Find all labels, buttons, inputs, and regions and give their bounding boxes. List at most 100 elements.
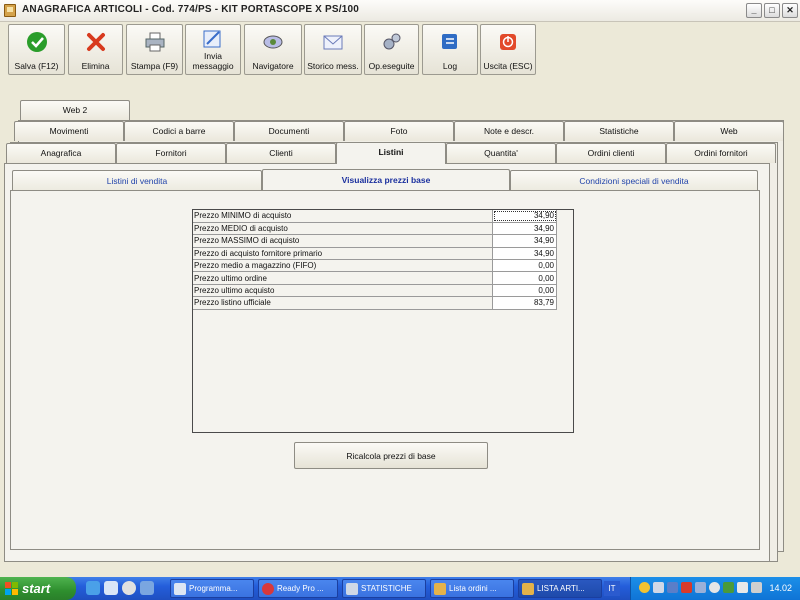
taskbar: start Programma... Ready Pro ... STATIST… [0, 577, 800, 600]
taskbar-item-ready-pro[interactable]: Ready Pro ... [258, 579, 338, 598]
tray-shield-icon[interactable] [723, 582, 734, 593]
outlook-icon[interactable] [140, 581, 154, 595]
tray-monitor-icon[interactable] [667, 582, 678, 593]
maximize-button[interactable]: □ [764, 3, 780, 18]
table-row[interactable]: Prezzo MEDIO di acquisto 34,90 [193, 222, 557, 236]
close-button[interactable]: ✕ [782, 3, 798, 18]
price-value[interactable]: 0,00 [492, 284, 557, 298]
start-label: start [22, 581, 51, 596]
recalculate-base-prices-button[interactable]: Ricalcola prezzi di base [294, 442, 488, 469]
taskbar-item-lista-ordini[interactable]: Lista ordini ... [430, 579, 514, 598]
tray-network-icon[interactable] [653, 582, 664, 593]
clock: 14.02 [769, 583, 792, 593]
taskbar-item-label: STATISTICHE [361, 584, 412, 593]
price-value[interactable]: 34,90 [492, 234, 557, 248]
message-history-button[interactable]: Storico mess. [304, 24, 362, 75]
send-message-button[interactable]: Invia messaggio [185, 24, 241, 75]
price-value[interactable]: 83,79 [492, 296, 557, 310]
delete-x-icon [86, 33, 105, 51]
taskbar-item-statistiche[interactable]: STATISTICHE [342, 579, 426, 598]
internet-explorer-icon[interactable] [86, 581, 100, 595]
price-value[interactable]: 34,90 [492, 247, 557, 261]
subtab-visualizza-prezzi-base[interactable]: Visualizza prezzi base [262, 169, 510, 191]
table-row[interactable]: Prezzo di acquisto fornitore primario 34… [193, 247, 557, 261]
message-history-label: Storico mess. [307, 61, 359, 71]
price-label: Prezzo MINIMO di acquisto [193, 210, 494, 223]
taskbar-item-lista-articoli[interactable]: LISTA ARTI... [518, 579, 602, 598]
check-icon [26, 32, 47, 52]
print-label: Stampa (F9) [130, 61, 179, 71]
start-button[interactable]: start [0, 577, 76, 600]
tab-statistiche[interactable]: Statistiche [564, 121, 674, 141]
subtab-condizioni-speciali[interactable]: Condizioni speciali di vendita [510, 170, 758, 191]
tab-foto[interactable]: Foto [344, 121, 454, 141]
delete-label: Elimina [81, 61, 110, 71]
taskbar-item-label: LISTA ARTI... [537, 584, 585, 593]
tab-codici-a-barre[interactable]: Codici a barre [124, 121, 234, 141]
tray-app-icon[interactable] [639, 582, 650, 593]
print-button[interactable]: Stampa (F9) [126, 24, 183, 75]
table-row[interactable]: Prezzo MINIMO di acquisto 34,90 [193, 210, 557, 223]
table-row[interactable]: Prezzo medio a magazzino (FIFO) 0,00 [193, 259, 557, 273]
table-row[interactable]: Prezzo MASSIMO di acquisto 34,90 [193, 234, 557, 248]
tab-movimenti[interactable]: Movimenti [14, 121, 124, 141]
language-indicator[interactable]: IT [604, 581, 620, 596]
table-row[interactable]: Prezzo ultimo acquisto 0,00 [193, 284, 557, 298]
save-button[interactable]: Salva (F12) [8, 24, 65, 75]
exit-label: Uscita (ESC) [483, 61, 533, 71]
media-player-icon[interactable] [122, 581, 136, 595]
taskbar-item-programma[interactable]: Programma... [170, 579, 254, 598]
table-row[interactable]: Prezzo listino ufficiale 83,79 [193, 296, 557, 310]
subtab-listini-di-vendita[interactable]: Listini di vendita [12, 170, 262, 191]
send-message-icon [203, 30, 221, 48]
price-label: Prezzo medio a magazzino (FIFO) [193, 259, 494, 273]
show-desktop-icon[interactable] [104, 581, 118, 595]
price-label: Prezzo listino ufficiale [193, 296, 494, 310]
price-value[interactable]: 0,00 [492, 259, 557, 273]
tab-ordini-fornitori[interactable]: Ordini fornitori [666, 143, 776, 163]
strawberry-icon [262, 583, 274, 595]
tray-info-icon[interactable] [709, 582, 720, 593]
tray-speaker-icon[interactable] [737, 582, 748, 593]
navigator-button[interactable]: Navigatore [244, 24, 302, 75]
tray-device-icon[interactable] [751, 582, 762, 593]
save-label: Salva (F12) [14, 61, 59, 71]
log-icon [442, 34, 457, 49]
tab-web-2[interactable]: Web 2 [20, 100, 130, 120]
minimize-button[interactable]: _ [746, 3, 762, 18]
tab-ordini-clienti[interactable]: Ordini clienti [556, 143, 666, 163]
price-value[interactable]: 34,90 [492, 222, 557, 236]
tray-sync-icon[interactable] [695, 582, 706, 593]
tab-anagrafica[interactable]: Anagrafica [6, 143, 116, 163]
list-window-icon [434, 583, 446, 595]
operations-label: Op.eseguite [368, 61, 415, 71]
windows-flag-icon [5, 582, 18, 595]
price-label: Prezzo ultimo ordine [193, 271, 494, 285]
navigator-icon [263, 35, 283, 49]
window-icon [174, 583, 186, 595]
table-row[interactable]: Prezzo ultimo ordine 0,00 [193, 271, 557, 285]
printer-icon [145, 32, 164, 52]
tab-listini[interactable]: Listini [336, 142, 446, 164]
log-button[interactable]: Log [422, 24, 478, 75]
tab-fornitori[interactable]: Fornitori [116, 143, 226, 163]
price-value[interactable]: 0,00 [492, 271, 557, 285]
tab-documenti[interactable]: Documenti [234, 121, 344, 141]
tab-note-e-descr[interactable]: Note e descr. [454, 121, 564, 141]
tab-web[interactable]: Web [674, 121, 784, 141]
price-value[interactable]: 34,90 [492, 210, 557, 223]
log-label: Log [442, 61, 458, 71]
list-window-icon [522, 583, 534, 595]
chart-window-icon [346, 583, 358, 595]
taskbar-item-label: Lista ordini ... [449, 584, 497, 593]
taskbar-item-label: Ready Pro ... [277, 584, 324, 593]
exit-button[interactable]: Uscita (ESC) [480, 24, 536, 75]
delete-button[interactable]: Elimina [68, 24, 123, 75]
tab-clienti[interactable]: Clienti [226, 143, 336, 163]
operations-button[interactable]: Op.eseguite [364, 24, 419, 75]
tab-quantita[interactable]: Quantita' [446, 143, 556, 163]
prices-grid[interactable]: Prezzo MINIMO di acquisto 34,90 Prezzo M… [192, 209, 574, 433]
tray-antivirus-icon[interactable] [681, 582, 692, 593]
system-tray: 14.02 [630, 577, 800, 600]
send-message-label: Invia messaggio [192, 51, 234, 71]
